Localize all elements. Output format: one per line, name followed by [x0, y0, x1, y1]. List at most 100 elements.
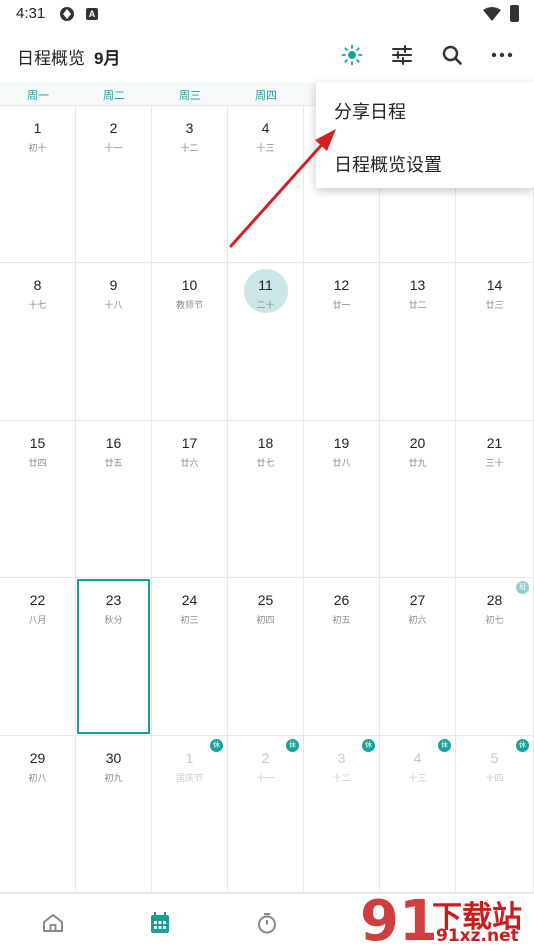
- calendar-day-cell[interactable]: 19 廿八: [304, 420, 380, 579]
- lunar-date: 初七: [485, 615, 504, 626]
- more-dots-icon: [491, 52, 513, 58]
- day-number: 13: [409, 277, 426, 294]
- day-number: 2: [109, 120, 118, 136]
- day-number: 1: [185, 749, 194, 766]
- holiday-badge: 休: [438, 738, 451, 752]
- notification-app-icon: A: [86, 8, 98, 20]
- weekday-label: 周二: [103, 90, 125, 102]
- nav-home[interactable]: [38, 908, 68, 938]
- day-number: 26: [333, 592, 350, 609]
- lunar-date: 十二: [180, 143, 199, 153]
- calendar-day-cell[interactable]: 9 十八: [76, 263, 152, 421]
- nav-timer[interactable]: [252, 908, 282, 938]
- calendar-day-cell[interactable]: 24 初三: [152, 578, 228, 736]
- lunar-date: 三十: [485, 457, 504, 468]
- nav-calendar[interactable]: [145, 908, 175, 938]
- calendar-day-cell[interactable]: 29 初八: [0, 735, 76, 893]
- calendar-day-cell[interactable]: 18 廿七: [228, 420, 304, 579]
- day-number: 23: [105, 592, 122, 609]
- calendar-day-cell[interactable]: 10 教师节: [152, 263, 228, 421]
- calendar-day-cell[interactable]: 13 廿二: [380, 263, 456, 421]
- calendar-day-cell[interactable]: 30 初九: [76, 735, 152, 893]
- filter-button[interactable]: [385, 38, 419, 72]
- day-number: 22: [29, 592, 46, 609]
- day-number: 30: [105, 749, 122, 766]
- lunar-date: 初八: [28, 772, 47, 783]
- theme-toggle-button[interactable]: [335, 38, 369, 72]
- status-bar: 4:31 A: [0, 0, 534, 28]
- lunar-date: 初五: [332, 615, 351, 626]
- lunar-date: 十一: [104, 143, 123, 153]
- calendar-day-cell[interactable]: 5 十四 休: [456, 735, 534, 893]
- calendar-day-cell[interactable]: 2 十一: [76, 106, 152, 264]
- calendar-day-cell[interactable]: 3 十二: [152, 106, 228, 264]
- calendar-day-cell[interactable]: 4 十三 休: [380, 735, 456, 893]
- calendar-day-cell[interactable]: 22 八月: [0, 578, 76, 736]
- holiday-badge: 休: [362, 738, 375, 752]
- calendar-day-cell[interactable]: 2 十一 休: [228, 735, 304, 893]
- sun-icon: [341, 44, 363, 66]
- calendar-grid: 1初十2十一3十二4十三5十四6十五7十六8十七9十八10教师节11二十12廿一…: [0, 106, 534, 893]
- calendar-day-cell[interactable]: 20 廿九: [380, 420, 456, 579]
- status-time: 4:31: [16, 5, 46, 22]
- lunar-date: 十二: [332, 772, 351, 783]
- day-number: 10: [181, 277, 198, 294]
- lunar-date: 十八: [104, 300, 123, 311]
- holiday-badge: 休: [286, 738, 299, 752]
- weekday-label: 周三: [179, 90, 201, 102]
- day-number: 4: [261, 120, 270, 136]
- calendar-day-cell[interactable]: 23 秋分: [76, 578, 152, 736]
- day-number: 20: [409, 434, 426, 451]
- search-button[interactable]: [435, 38, 469, 72]
- weekday-label: 周一: [27, 90, 49, 102]
- calendar-day-cell[interactable]: 4 十三: [228, 106, 304, 264]
- lunar-date: 十三: [256, 143, 275, 153]
- menu-item-share-schedule[interactable]: 分享日程: [334, 98, 406, 124]
- lunar-date: 廿二: [408, 300, 427, 311]
- day-number: 19: [333, 434, 350, 451]
- battery-icon: [510, 5, 519, 22]
- day-number: 28: [486, 592, 503, 609]
- lunar-date: 廿五: [104, 457, 123, 468]
- lunar-date: 十四: [485, 772, 504, 783]
- calendar-day-cell[interactable]: 1 初十: [0, 106, 76, 264]
- calendar-day-cell[interactable]: 8 十七: [0, 263, 76, 421]
- holiday-badge: 休: [210, 738, 223, 752]
- svg-text:91: 91: [360, 890, 434, 948]
- month-selector[interactable]: 9月: [94, 44, 120, 69]
- weekday-label: 周四: [255, 90, 277, 102]
- calendar-day-cell[interactable]: 17 廿六: [152, 420, 228, 579]
- lunar-date: 廿九: [408, 457, 427, 468]
- holiday-badge: 休: [516, 738, 529, 752]
- calendar-day-cell[interactable]: 28 初七班: [456, 578, 534, 736]
- calendar-day-cell[interactable]: 14 廿三: [456, 263, 534, 421]
- lunar-date: 廿六: [180, 457, 199, 468]
- calendar-day-cell[interactable]: 11 二十: [228, 263, 304, 421]
- day-number: 2: [261, 749, 270, 766]
- lunar-date: 廿一: [332, 300, 351, 311]
- day-number: 3: [185, 120, 194, 136]
- lunar-date: 初三: [180, 615, 199, 626]
- calendar-day-cell[interactable]: 26 初五: [304, 578, 380, 736]
- app-toolbar: 日程概览 9月: [0, 28, 534, 82]
- calendar-day-cell[interactable]: 3 十二 休: [304, 735, 380, 893]
- calendar-day-cell[interactable]: 21 三十: [456, 420, 534, 579]
- watermark-domain: 91xz.net: [436, 926, 519, 946]
- day-number: 8: [33, 277, 42, 294]
- page-title: 日程概览: [17, 49, 85, 68]
- day-number: 21: [486, 434, 503, 451]
- calendar-day-cell[interactable]: 27 初六: [380, 578, 456, 736]
- day-number: 16: [105, 434, 122, 451]
- calendar-day-cell[interactable]: 25 初四: [228, 578, 304, 736]
- more-options-button[interactable]: [485, 38, 519, 72]
- day-number: 1: [33, 120, 42, 136]
- menu-item-overview-settings[interactable]: 日程概览设置: [334, 151, 442, 177]
- day-number: 4: [413, 749, 422, 766]
- lunar-date: 十三: [408, 772, 427, 783]
- calendar-day-cell[interactable]: 16 廿五: [76, 420, 152, 579]
- calendar-day-cell[interactable]: 15 廿四: [0, 420, 76, 579]
- calendar-day-cell[interactable]: 1 国庆节 休: [152, 735, 228, 893]
- lunar-date: 初六: [408, 615, 427, 626]
- calendar-day-cell[interactable]: 12 廿一: [304, 263, 380, 421]
- day-number: 18: [257, 434, 274, 451]
